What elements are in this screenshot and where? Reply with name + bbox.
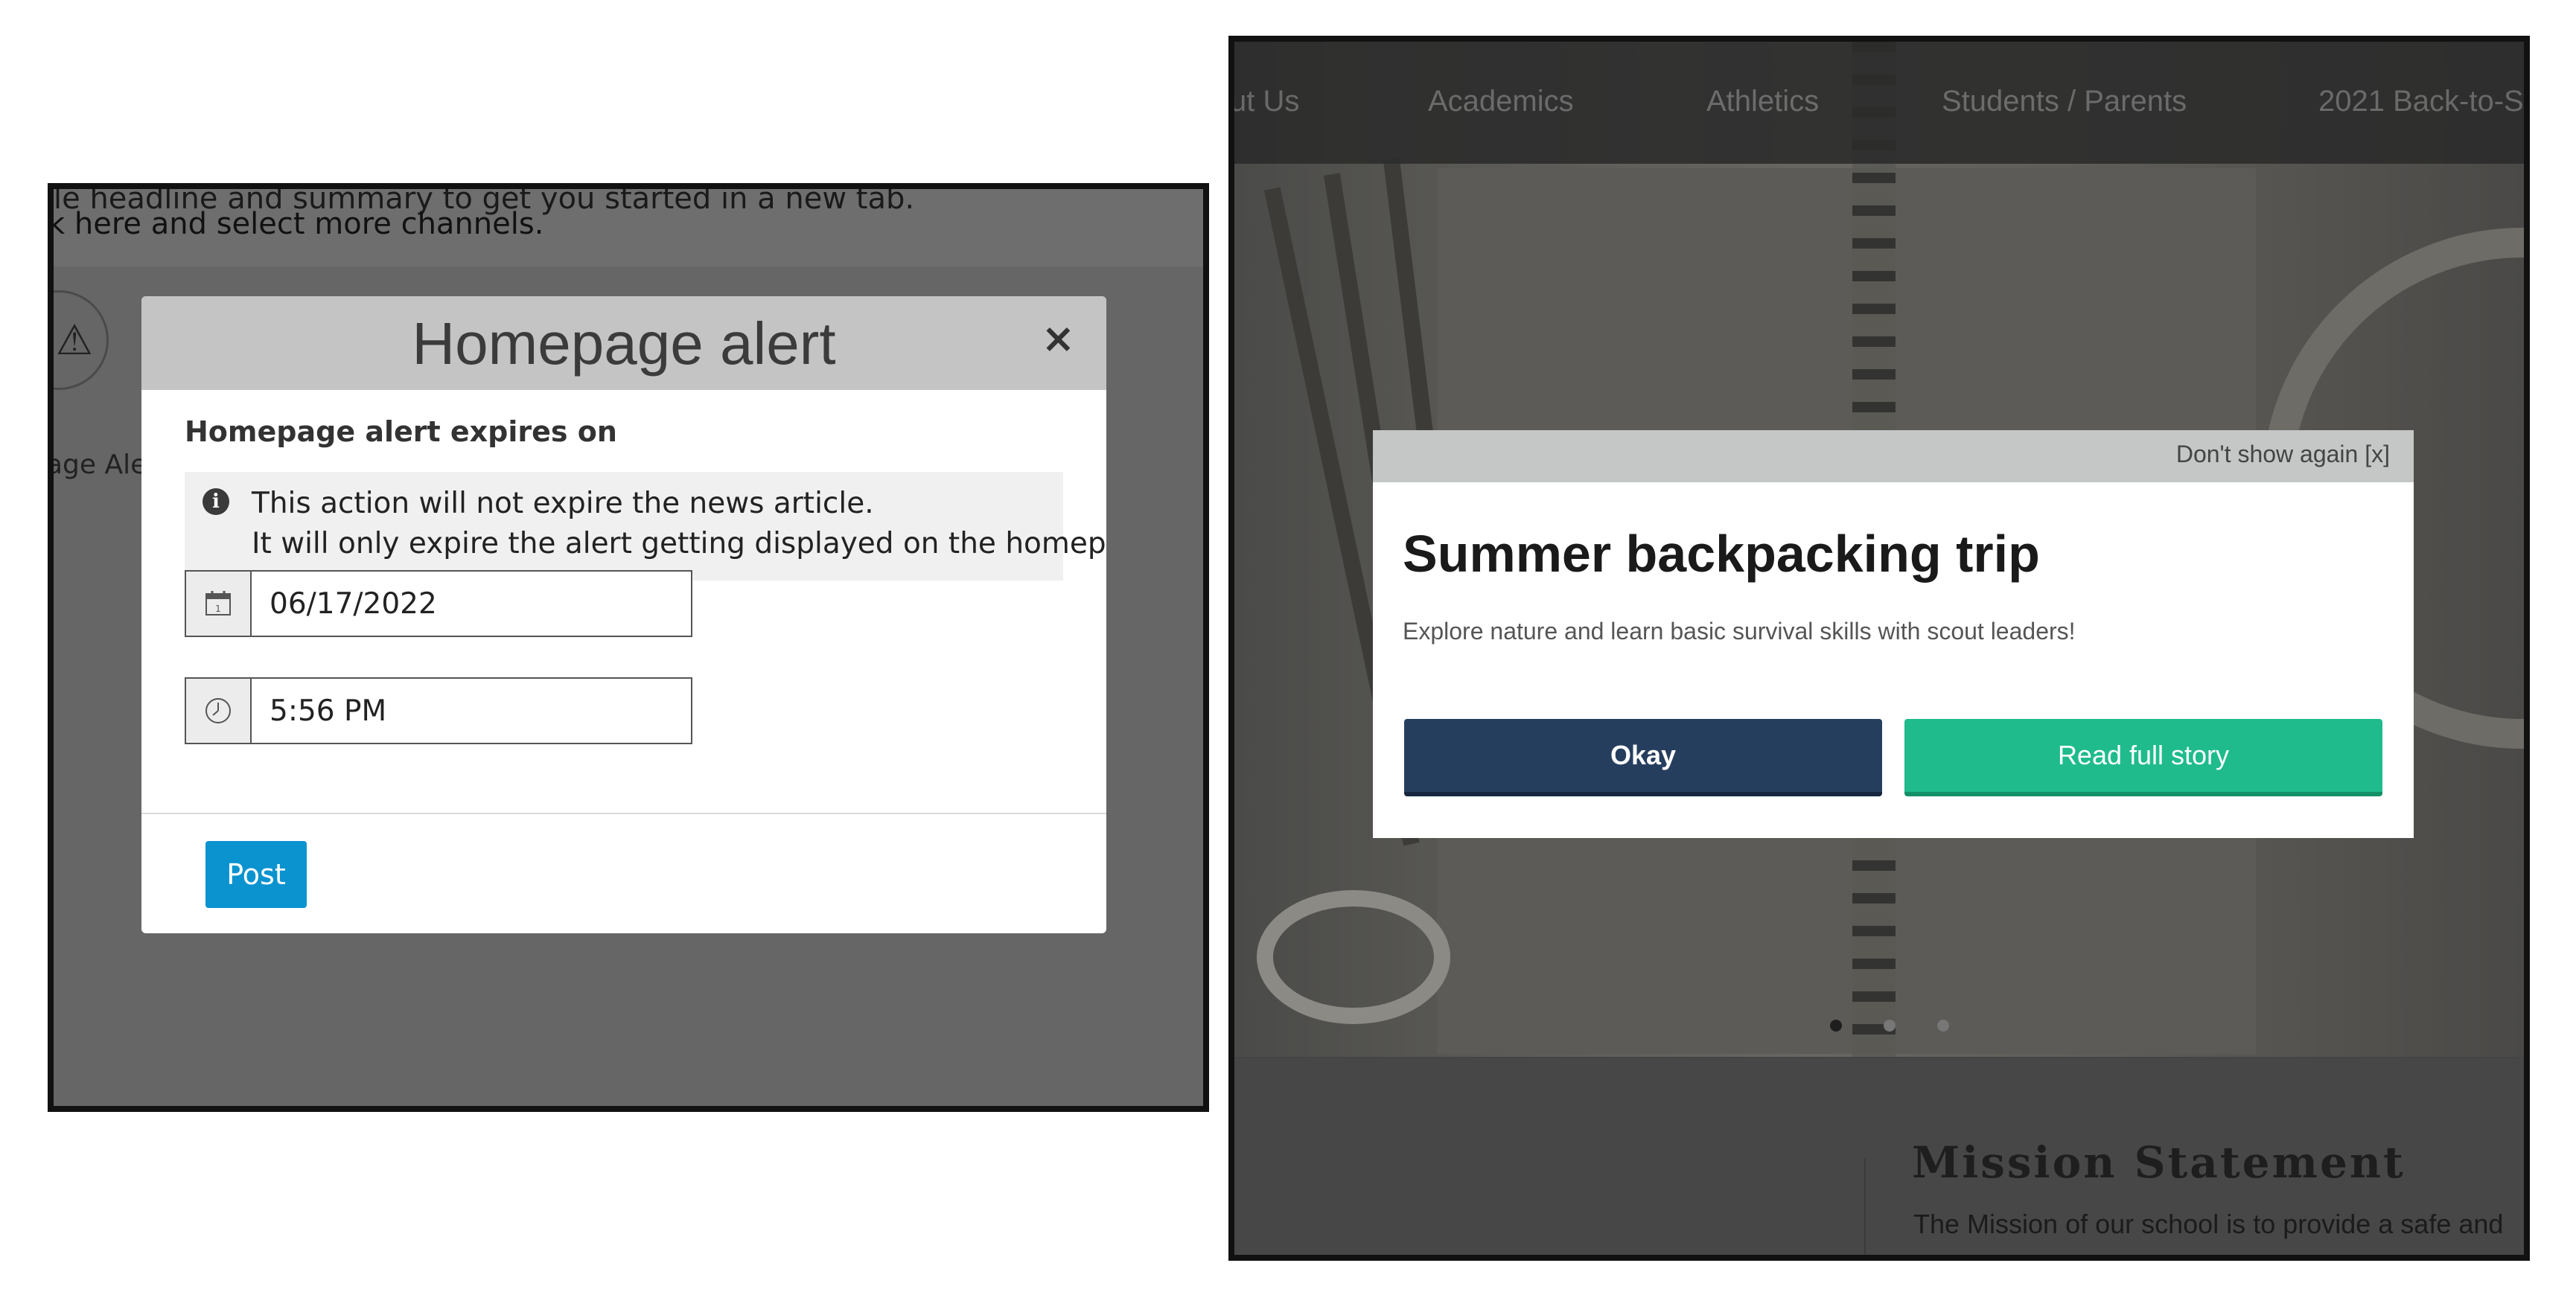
mission-text: The Mission of our school is to provide …	[1913, 1209, 2504, 1239]
svg-text:1: 1	[215, 604, 221, 614]
date-field: 1	[185, 570, 692, 637]
okay-button[interactable]: Okay	[1404, 719, 1882, 796]
info-icon: i	[203, 488, 229, 515]
slider-dot[interactable]	[1884, 1020, 1896, 1032]
modal-header: Homepage alert ×	[141, 296, 1106, 390]
warning-icon: ⚠	[54, 290, 109, 390]
date-input[interactable]	[252, 572, 691, 636]
info-text-line1: This action will not expire the news art…	[252, 487, 874, 520]
slider-dots	[1830, 1020, 1964, 1039]
popup-title: Summer backpacking trip	[1403, 525, 2040, 583]
calendar-icon[interactable]: 1	[186, 572, 252, 636]
expires-label: Homepage alert expires on	[185, 415, 617, 448]
info-box: i This action will not expire the news a…	[185, 472, 1106, 581]
popup-bar: Don't show again [x]	[1373, 430, 2414, 482]
admin-screenshot: le headline and summary to get you start…	[48, 183, 1209, 1112]
nav-item-students-parents[interactable]: Students / Parents	[1942, 85, 2187, 118]
nav-item-about-us[interactable]: ut Us	[1234, 85, 1299, 118]
modal-divider	[141, 813, 1106, 814]
mission-title: Mission Statement	[1912, 1137, 2406, 1188]
nav-item-back-to-school[interactable]: 2021 Back-to-Sc	[2318, 85, 2524, 118]
website-screenshot: ut Us Academics Athletics Students / Par…	[1228, 36, 2530, 1261]
alert-popup: Don't show again [x] Summer backpacking …	[1373, 430, 2414, 838]
clock-icon[interactable]	[186, 679, 252, 743]
popup-description: Explore nature and learn basic survival …	[1403, 618, 2076, 645]
post-button[interactable]: Post	[205, 841, 307, 908]
time-input[interactable]	[252, 679, 691, 743]
modal-title: Homepage alert	[412, 310, 836, 377]
time-field	[185, 677, 692, 744]
scissors-graphic	[1257, 890, 1450, 1024]
read-full-story-button[interactable]: Read full story	[1904, 719, 2382, 796]
nav-item-academics[interactable]: Academics	[1428, 85, 1574, 118]
main-nav: ut Us Academics Athletics Students / Par…	[1234, 42, 2524, 164]
close-icon[interactable]: ×	[1042, 319, 1075, 359]
info-text-line2: It will only expire the alert getting di…	[252, 527, 1106, 560]
nav-item-athletics[interactable]: Athletics	[1706, 85, 1819, 118]
slider-dot[interactable]	[1830, 1020, 1842, 1032]
dont-show-again-link[interactable]: Don't show again [x]	[2176, 441, 2390, 468]
homepage-alert-modal: Homepage alert × Homepage alert expires …	[141, 296, 1106, 933]
section-divider	[1864, 1158, 1866, 1255]
slider-dot[interactable]	[1937, 1020, 1949, 1032]
background-text-line2[interactable]: k here and select more channels.	[54, 207, 543, 241]
